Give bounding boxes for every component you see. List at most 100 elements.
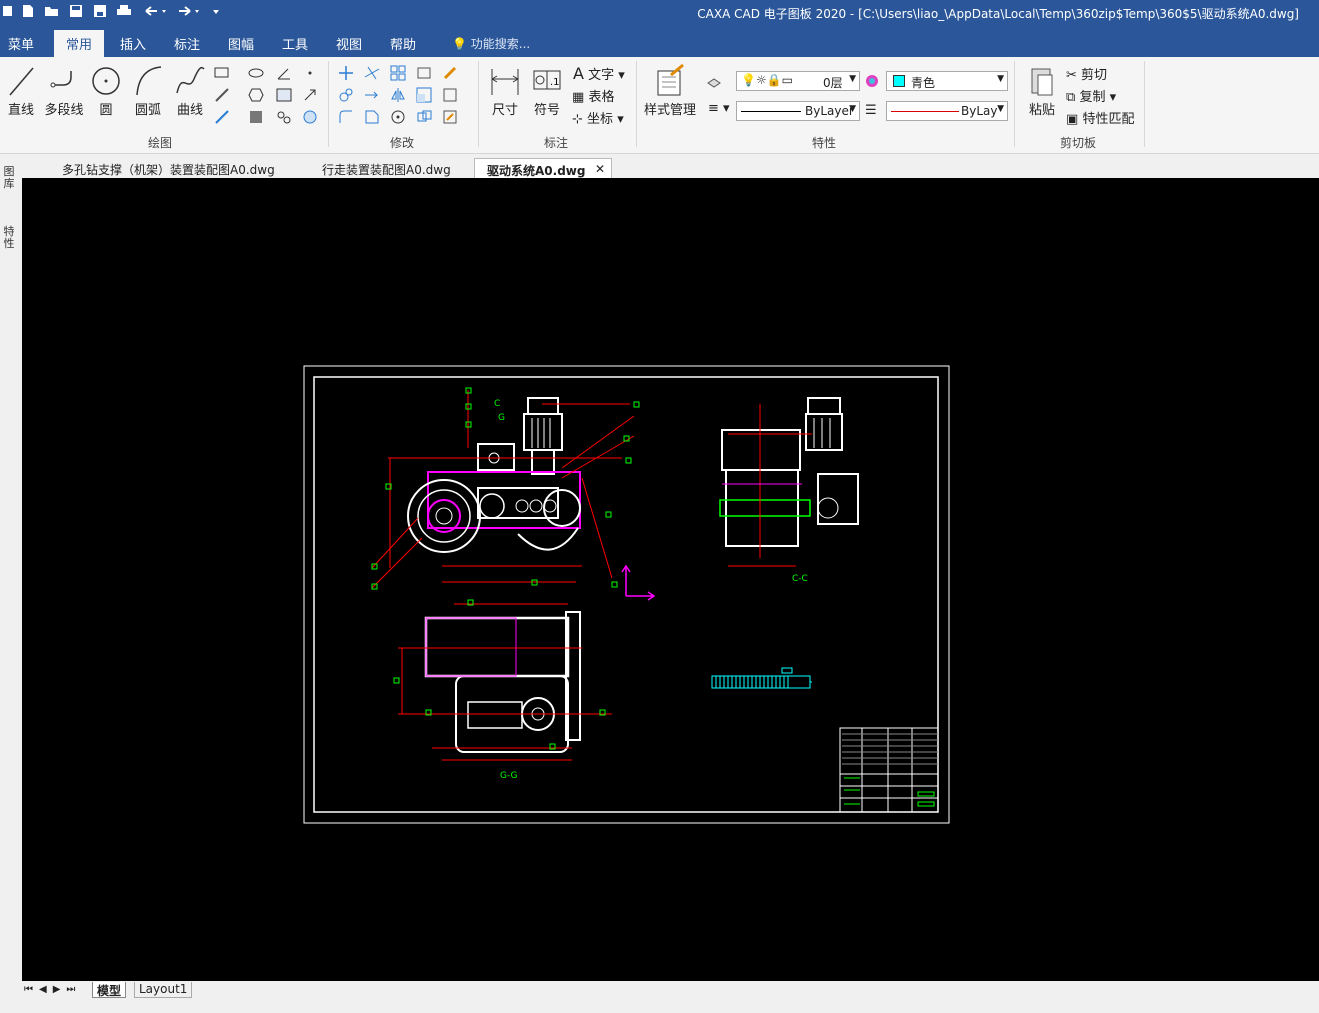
block-icon[interactable] bbox=[276, 87, 292, 103]
print-icon[interactable] bbox=[116, 3, 132, 19]
front-view: G C bbox=[371, 387, 656, 601]
tab-tools[interactable]: 工具 bbox=[282, 34, 308, 53]
lineweight-value: ByLay bbox=[961, 104, 998, 118]
save-icon[interactable] bbox=[68, 3, 84, 19]
rectangle-icon[interactable] bbox=[214, 65, 230, 81]
drawing-svg: G C C-C G-G bbox=[303, 365, 950, 824]
marker-c: C bbox=[494, 399, 500, 409]
feature-search-placeholder: 功能搜索... bbox=[470, 37, 531, 51]
linetype-menu-icon[interactable]: ≡ ▾ bbox=[708, 101, 730, 116]
table-button[interactable]: ▦ 表格 bbox=[572, 86, 614, 105]
offset-icon[interactable] bbox=[416, 65, 432, 81]
section-view-gg: G-G bbox=[393, 599, 612, 781]
text-button[interactable]: A 文字 ▾ bbox=[573, 64, 625, 83]
layout-bar: ⏮◀▶⏭ 模型 Layout1 bbox=[0, 981, 1319, 1013]
app-icon[interactable] bbox=[0, 3, 16, 19]
dimension-label: 尺寸 bbox=[491, 103, 518, 118]
scale-icon[interactable] bbox=[416, 87, 432, 103]
separator bbox=[328, 61, 329, 147]
doc-tab[interactable]: 行走装置装配图A0.dwg bbox=[322, 158, 451, 178]
polyline-icon bbox=[50, 71, 72, 88]
color-value: 青色 bbox=[911, 76, 936, 90]
linetype-dropdown[interactable]: ByLayer ▼ bbox=[736, 101, 860, 121]
copy-object-icon[interactable] bbox=[338, 87, 354, 103]
redo-icon[interactable] bbox=[176, 3, 202, 19]
chevron-down-icon: ▼ bbox=[997, 74, 1004, 84]
drawing-canvas[interactable]: G C C-C G-G bbox=[22, 178, 1319, 981]
doc-tab[interactable]: 多孔钻支撑（机架）装置装配图A0.dwg bbox=[62, 158, 275, 178]
circle-button[interactable]: 圆 bbox=[90, 63, 122, 118]
fillet-icon[interactable] bbox=[338, 109, 354, 125]
line-button[interactable]: 直线 bbox=[4, 63, 38, 118]
paste-button[interactable]: 粘贴 bbox=[1024, 63, 1060, 118]
point-icon[interactable] bbox=[302, 65, 318, 81]
line-label: 直线 bbox=[7, 103, 34, 118]
dimension-button[interactable]: 尺寸 bbox=[488, 63, 522, 118]
properties-edit-icon[interactable] bbox=[442, 109, 458, 125]
tab-sheet[interactable]: 图幅 bbox=[228, 34, 254, 53]
cut-button[interactable]: ✂ 剪切 bbox=[1066, 64, 1107, 83]
polyline-button[interactable]: 多段线 bbox=[42, 63, 86, 118]
layout-nav-arrows[interactable]: ⏮◀▶⏭ bbox=[24, 984, 81, 995]
arrow-icon[interactable] bbox=[302, 87, 318, 103]
detail-cyan-part bbox=[711, 667, 812, 689]
library-panel-label: 图库 bbox=[3, 165, 15, 190]
mirror-icon[interactable] bbox=[390, 87, 406, 103]
curve-icon bbox=[176, 66, 205, 94]
tab-help[interactable]: 帮助 bbox=[390, 34, 416, 53]
tab-annotate[interactable]: 标注 bbox=[174, 34, 200, 53]
library-panel-tab[interactable]: 图库 bbox=[2, 166, 16, 190]
doc-tab-active[interactable]: 驱动系统A0.dwg ✕ bbox=[474, 158, 612, 178]
stretch-icon[interactable] bbox=[364, 109, 380, 125]
style-manager-button[interactable]: 样式管理 bbox=[642, 63, 698, 118]
spline-icon[interactable] bbox=[276, 109, 292, 125]
copy-icon: ⧉ bbox=[1066, 90, 1076, 105]
rotate-icon[interactable] bbox=[390, 109, 406, 125]
array-icon[interactable] bbox=[390, 65, 406, 81]
separator bbox=[1144, 61, 1145, 147]
group-label-draw: 绘图 bbox=[148, 136, 173, 150]
open-folder-icon[interactable] bbox=[44, 3, 60, 19]
move-icon[interactable] bbox=[338, 65, 354, 81]
layer-manager-icon[interactable] bbox=[706, 73, 722, 89]
erase-icon[interactable] bbox=[442, 65, 458, 81]
new-file-icon[interactable] bbox=[20, 3, 36, 19]
revision-cloud-icon[interactable] bbox=[302, 109, 318, 125]
color-dropdown[interactable]: 青色 ▼ bbox=[886, 71, 1008, 91]
polygon-icon[interactable] bbox=[248, 87, 264, 103]
properties-panel-tab[interactable]: 特性 bbox=[2, 226, 16, 250]
tab-menu[interactable]: 菜单 bbox=[8, 34, 34, 53]
lineweight-dropdown[interactable]: ByLay ▼ bbox=[886, 101, 1008, 121]
layout-tab-layout1[interactable]: Layout1 bbox=[134, 982, 193, 998]
arc-button[interactable]: 圆弧 bbox=[130, 63, 166, 118]
save-all-icon[interactable] bbox=[92, 3, 108, 19]
copy-button[interactable]: ⧉ 复制 ▾ bbox=[1066, 86, 1116, 105]
trim-icon[interactable] bbox=[364, 65, 380, 81]
symbol-icon: .1 bbox=[533, 70, 561, 90]
layer-dropdown[interactable]: 💡☼🔒▭ 0层 ▼ bbox=[736, 71, 860, 91]
lineweight-icon[interactable]: ☰ bbox=[865, 103, 877, 118]
tab-home[interactable]: 常用 bbox=[54, 30, 105, 57]
tab-view[interactable]: 视图 bbox=[336, 34, 362, 53]
extend-icon[interactable] bbox=[364, 87, 380, 103]
fill-icon[interactable] bbox=[248, 109, 264, 125]
color-wheel-icon[interactable] bbox=[864, 73, 880, 89]
match-properties-button[interactable]: ▣ 特性匹配 bbox=[1066, 108, 1134, 127]
layout-tab-model[interactable]: 模型 bbox=[92, 982, 127, 998]
coordinate-button[interactable]: ⊹ 坐标 ▾ bbox=[572, 108, 624, 127]
centerline-icon[interactable] bbox=[214, 109, 230, 125]
ellipse-icon[interactable] bbox=[248, 65, 264, 81]
break-icon[interactable] bbox=[416, 109, 432, 125]
title-bar: CAXA CAD 电子图板 2020 - [C:\Users\liao_\App… bbox=[0, 0, 1319, 27]
close-icon[interactable]: ✕ bbox=[595, 162, 605, 176]
undo-icon[interactable] bbox=[142, 3, 168, 19]
feature-search[interactable]: 💡 功能搜索... bbox=[452, 35, 530, 52]
explode-icon[interactable] bbox=[442, 87, 458, 103]
symbol-button[interactable]: .1 符号 bbox=[530, 63, 564, 118]
angle-icon[interactable] bbox=[276, 65, 292, 81]
customize-quick-access-icon[interactable] bbox=[208, 3, 224, 19]
curve-button[interactable]: 曲线 bbox=[172, 63, 208, 118]
hatch-line-icon[interactable] bbox=[214, 87, 230, 103]
tab-insert[interactable]: 插入 bbox=[120, 34, 146, 53]
chevron-down-icon: ▼ bbox=[849, 74, 856, 84]
